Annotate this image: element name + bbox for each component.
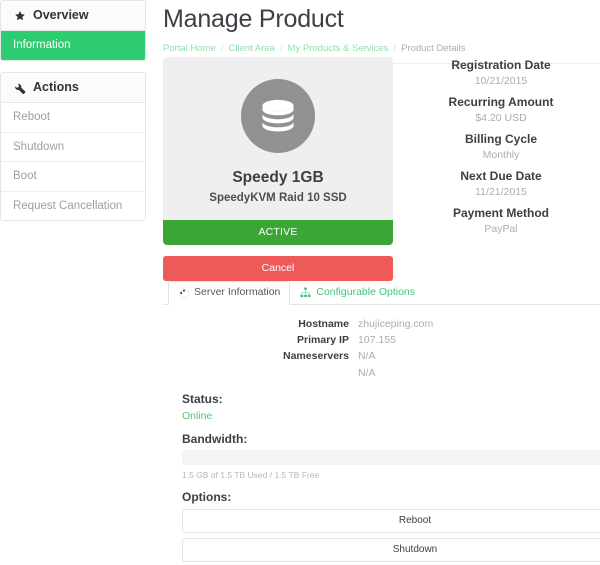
bandwidth-heading: Bandwidth: bbox=[182, 431, 248, 446]
product-status-badge: ACTIVE bbox=[163, 220, 393, 245]
next-due-date-label: Next Due Date bbox=[460, 169, 542, 183]
payment-method-label: Payment Method bbox=[452, 206, 549, 220]
billing-details: Registration Date 10/21/2015 Recurring A… bbox=[408, 58, 594, 235]
tab-server-information[interactable]: Server Information bbox=[168, 281, 291, 305]
tab-panel-server-information: Hostname zhujiceping.com Primary IP 107.… bbox=[163, 305, 600, 565]
options-heading: Options: bbox=[182, 489, 232, 504]
breadcrumb-portal-home[interactable]: Portal Home bbox=[163, 43, 216, 54]
registration-date-label: Registration Date bbox=[451, 58, 551, 72]
payment-method-value: PayPal bbox=[484, 223, 518, 235]
sidebar-item-information[interactable]: Information bbox=[1, 31, 145, 61]
database-icon bbox=[241, 79, 315, 153]
tabs-section: Server Information Configurable Options bbox=[163, 281, 600, 565]
nameserver-value-2: N/A bbox=[357, 366, 376, 379]
overview-panel: Overview Information bbox=[0, 0, 146, 62]
status-heading: Status: bbox=[182, 391, 223, 406]
breadcrumb-separator: / bbox=[220, 43, 224, 54]
sidebar-action-boot[interactable]: Boot bbox=[1, 162, 145, 192]
nameservers-label-empty bbox=[283, 366, 358, 382]
nameserver-value-1: N/A bbox=[357, 350, 376, 363]
breadcrumb-separator: / bbox=[393, 43, 397, 54]
breadcrumb-separator: / bbox=[279, 43, 283, 54]
sidebar-action-shutdown[interactable]: Shutdown bbox=[1, 133, 145, 163]
wrench-icon bbox=[13, 81, 26, 94]
product-summary-column: Speedy 1GB SpeedyKVM Raid 10 SSD ACTIVE … bbox=[163, 57, 393, 281]
cancel-button[interactable]: Cancel bbox=[163, 256, 393, 281]
page-title: Manage Product bbox=[163, 5, 344, 33]
sidebar-action-request-cancellation[interactable]: Request Cancellation bbox=[1, 192, 145, 220]
billing-cycle-value: Monthly bbox=[482, 149, 520, 161]
product-name: Speedy 1GB bbox=[232, 169, 324, 186]
registration-date-value: 10/21/2015 bbox=[474, 75, 528, 87]
sidebar-action-reboot[interactable]: Reboot bbox=[1, 103, 145, 133]
product-subtitle: SpeedyKVM Raid 10 SSD bbox=[209, 192, 347, 204]
server-info-table: Hostname zhujiceping.com Primary IP 107.… bbox=[283, 317, 433, 382]
bandwidth-progress-bar: 0% bbox=[182, 449, 600, 465]
recurring-amount-value: $4.20 USD bbox=[475, 112, 527, 124]
star-icon bbox=[13, 9, 26, 22]
hostname-value: zhujiceping.com bbox=[357, 318, 434, 330]
bandwidth-progress-fill: 0% bbox=[182, 449, 248, 465]
recurring-amount-label: Recurring Amount bbox=[448, 95, 554, 109]
actions-panel: Actions Reboot Shutdown Boot Request Can… bbox=[0, 72, 146, 221]
product-card: Speedy 1GB SpeedyKVM Raid 10 SSD bbox=[163, 57, 393, 220]
nameservers-label: Nameservers bbox=[283, 350, 349, 363]
breadcrumb-my-products-services[interactable]: My Products & Services bbox=[288, 43, 389, 54]
table-row: Hostname zhujiceping.com bbox=[283, 317, 433, 333]
actions-panel-title: Actions bbox=[33, 80, 79, 95]
option-reboot-button[interactable]: Reboot bbox=[182, 508, 600, 533]
table-row: Nameservers N/A bbox=[283, 349, 433, 365]
tab-configurable-options-label: Configurable Options bbox=[316, 286, 416, 299]
options-button-group: Reboot Shutdown Boot VNC bbox=[182, 508, 600, 565]
primary-ip-value: 107.155 bbox=[357, 334, 396, 347]
bandwidth-usage-note: 1.5 GB of 1.5 TB Used / 1.5 TB Free bbox=[182, 469, 320, 480]
page-root: Overview Information Actions Reboot Shut… bbox=[0, 0, 600, 565]
tab-configurable-options[interactable]: Configurable Options bbox=[290, 281, 425, 305]
option-shutdown-button[interactable]: Shutdown bbox=[182, 537, 600, 562]
hostname-label: Hostname bbox=[298, 318, 349, 330]
status-value: Online bbox=[182, 409, 213, 422]
tab-strip: Server Information Configurable Options bbox=[163, 281, 600, 305]
tab-server-information-label: Server Information bbox=[194, 286, 281, 299]
primary-ip-label: Primary IP bbox=[297, 334, 349, 347]
server-info-table-wrap: Hostname zhujiceping.com Primary IP 107.… bbox=[175, 317, 600, 382]
server-globe-icon bbox=[178, 287, 189, 298]
next-due-date-value: 11/21/2015 bbox=[475, 186, 527, 198]
table-row: Primary IP 107.155 bbox=[283, 333, 433, 349]
billing-cycle-label: Billing Cycle bbox=[464, 132, 538, 146]
table-row: N/A bbox=[283, 366, 433, 382]
breadcrumb-product-details: Product Details bbox=[401, 43, 466, 54]
sitemap-icon bbox=[300, 287, 311, 298]
main-content: Manage Product Portal Home / Client Area… bbox=[155, 0, 600, 565]
breadcrumb-client-area[interactable]: Client Area bbox=[228, 43, 274, 54]
sidebar: Overview Information Actions Reboot Shut… bbox=[0, 0, 146, 232]
actions-panel-header: Actions bbox=[1, 73, 145, 104]
overview-panel-header: Overview bbox=[1, 1, 145, 31]
overview-panel-title: Overview bbox=[33, 8, 89, 22]
